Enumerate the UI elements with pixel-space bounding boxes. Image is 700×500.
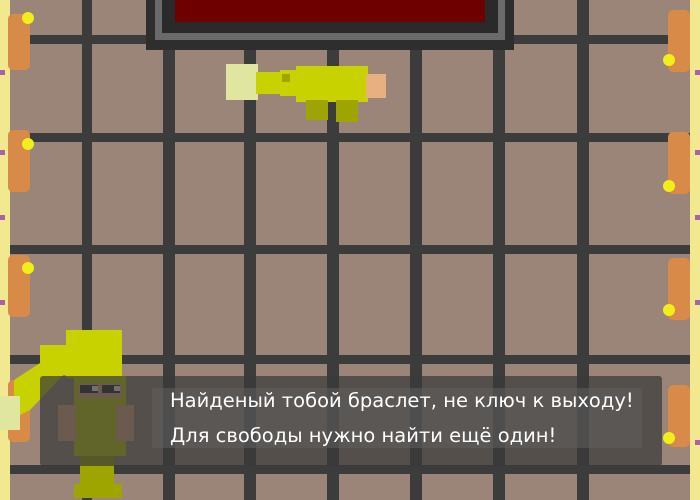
lava-pit (146, 0, 514, 50)
dialog-line-2: Для свободы нужно найти ещё один! (170, 424, 557, 447)
dialog-line-1: Найденый тобой браслет, не ключ к выходу… (170, 389, 634, 412)
right-wall (690, 0, 700, 500)
